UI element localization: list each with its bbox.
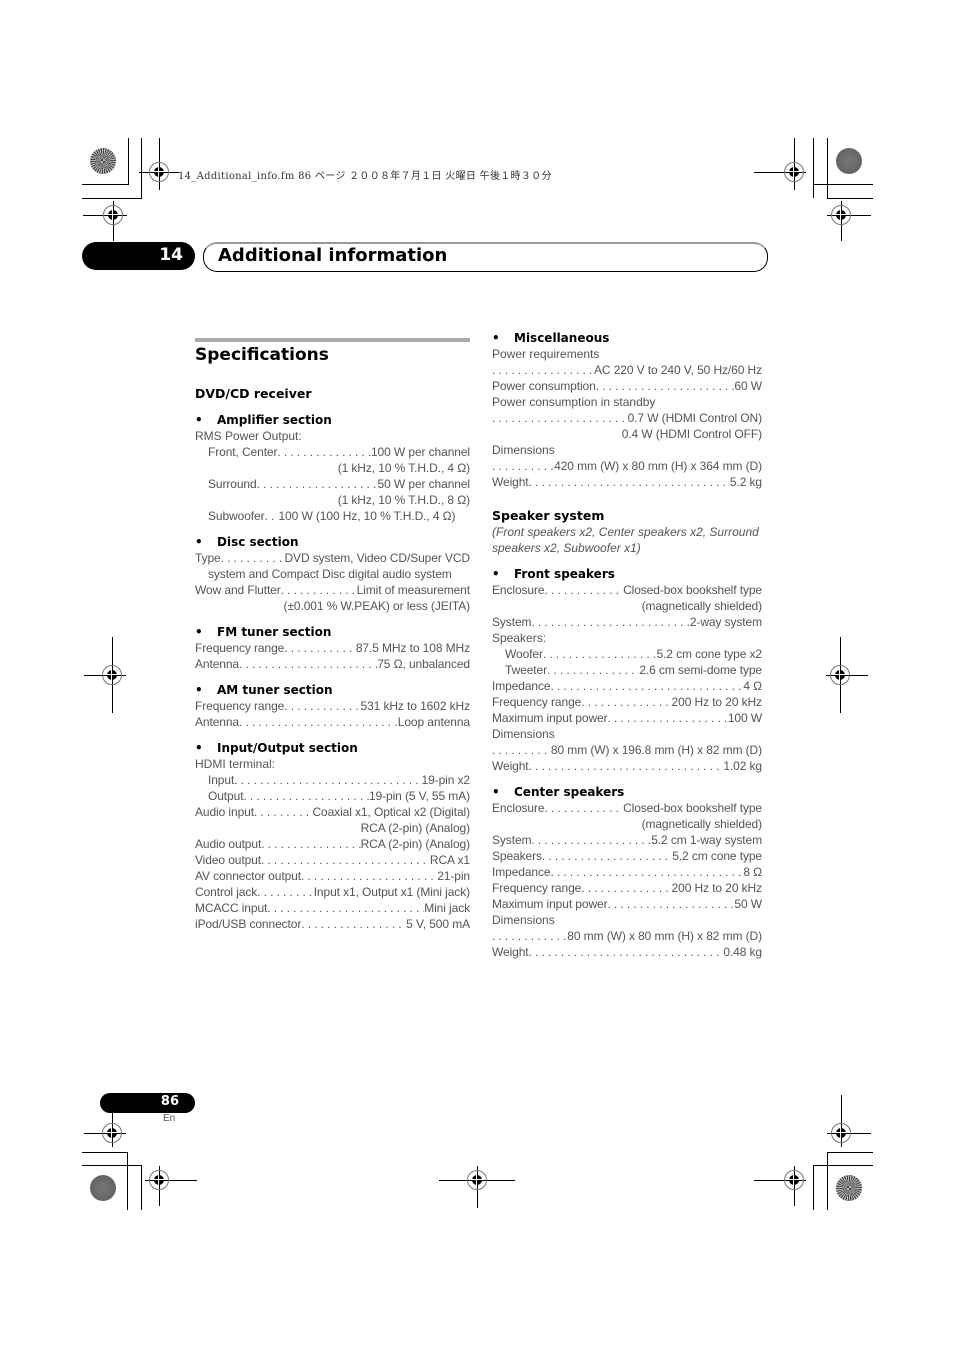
disc-section: •Disc section TypeDVD system, Video CD/S… (195, 534, 470, 614)
spec-row: AV connector output21-pin (195, 868, 470, 884)
spec-row-cont: 420 mm (W) x 80 mm (H) x 364 mm (D) (492, 458, 762, 474)
spec-row-cont: RCA (2-pin) (Analog) (360, 821, 470, 835)
spec-row-cont: 0.7 W (HDMI Control ON) (492, 410, 762, 426)
page-title: Specifications (195, 345, 329, 365)
print-header: 14_Additional_info.fm 86 ページ ２００８年７月１日 火… (178, 171, 552, 182)
spec-row: Audio outputRCA (2-pin) (Analog) (195, 836, 470, 852)
section-heading: Miscellaneous (514, 331, 610, 345)
chapter-title: Additional information (218, 245, 448, 266)
color-target-icon (90, 148, 116, 174)
amplifier-section: • Amplifier section RMS Power Output: Fro… (195, 412, 470, 524)
spec-row: System2-way system (492, 614, 762, 630)
page-number-badge: 86 (100, 1093, 195, 1113)
spec-row: Frequency range200 Hz to 20 kHz (492, 880, 762, 896)
spec-row: Maximum input power100 W (492, 710, 762, 726)
spec-row: Weight5.2 kg (492, 474, 762, 490)
spec-row: MCACC inputMini jack (195, 900, 470, 916)
speaker-system-heading: Speaker system (492, 508, 605, 523)
spec-row: Wow and FlutterLimit of measurement (195, 582, 470, 598)
spec-row-cont: 80 mm (W) x 196.8 mm (H) x 82 mm (D) (492, 742, 762, 758)
spec-row: TypeDVD system, Video CD/Super VCD (195, 550, 470, 566)
section-heading: AM tuner section (217, 683, 333, 697)
title-rule (195, 338, 470, 342)
section-heading: FM tuner section (217, 625, 332, 639)
chapter-number: 14 (159, 245, 183, 265)
spec-row: Frequency range87.5 MHz to 108 MHz (195, 640, 470, 656)
section-heading: Center speakers (514, 785, 625, 799)
section-heading: Disc section (217, 535, 299, 549)
gray-target-icon (836, 148, 862, 174)
color-target-icon (836, 1175, 862, 1201)
spec-label: Dimensions (492, 913, 555, 927)
misc-section: •Miscellaneous Power requirements AC 220… (492, 330, 762, 490)
spec-row: Output19-pin (5 V, 55 mA) (195, 788, 470, 804)
spec-row: Tweeter2.6 cm semi-dome type (492, 662, 762, 678)
spec-row: Frequency range531 kHz to 1602 kHz (195, 698, 470, 714)
io-section: • Input/Output section HDMI terminal: Inp… (195, 740, 470, 932)
spec-row: iPod/USB connector5 V, 500 mA (195, 916, 470, 932)
spec-row-cont: (magnetically shielded) (641, 817, 762, 831)
spec-row: Video outputRCA x1 (195, 852, 470, 868)
chapter-number-badge: 14 (82, 242, 195, 270)
page-language: En (163, 1113, 176, 1124)
spec-row: Frequency range200 Hz to 20 kHz (492, 694, 762, 710)
spec-row-cont: (magnetically shielded) (641, 599, 762, 613)
spec-row: Subwoofer100 W (100 Hz, 10 % T.H.D., 4 Ω… (195, 508, 470, 524)
spec-row-cont: (1 kHz, 10 % T.H.D., 4 Ω) (337, 461, 470, 475)
spec-label: HDMI terminal: (195, 757, 276, 771)
spec-row: Maximum input power50 W (492, 896, 762, 912)
chapter-title-bar: Additional information (203, 242, 768, 272)
front-speakers-section: •Front speakers EnclosureClosed-box book… (492, 566, 762, 774)
spec-row: Impedance8 Ω (492, 864, 762, 880)
spec-row-cont: AC 220 V to 240 V, 50 Hz/60 Hz (492, 362, 762, 378)
spec-row: System5.2 cm 1-way system (492, 832, 762, 848)
spec-label: Speakers: (492, 631, 547, 645)
spec-row: Power consumption60 W (492, 378, 762, 394)
spec-row-cont: system and Compact Disc digital audio sy… (208, 567, 452, 581)
spec-row: Input19-pin x2 (195, 772, 470, 788)
page-number: 86 (160, 1094, 179, 1109)
spec-row-cont: 0.4 W (HDMI Control OFF) (621, 427, 762, 441)
section-heading: Amplifier section (217, 413, 332, 427)
am-tuner-section: •AM tuner section Frequency range531 kHz… (195, 682, 470, 730)
spec-label: RMS Power Output: (195, 429, 302, 443)
spec-row-cont: 80 mm (W) x 80 mm (H) x 82 mm (D) (492, 928, 762, 944)
spec-row: EnclosureClosed-box bookshelf type (492, 582, 762, 598)
spec-row: Control jackInput x1, Output x1 (Mini ja… (195, 884, 470, 900)
spec-row: Speakers5.2 cm cone type (492, 848, 762, 864)
spec-row: Antenna75 Ω, unbalanced (195, 656, 470, 672)
spec-label: Dimensions (492, 443, 555, 457)
spec-row: Surround50 W per channel (195, 476, 470, 492)
gray-target-icon (90, 1175, 116, 1201)
spec-row: EnclosureClosed-box bookshelf type (492, 800, 762, 816)
spec-row: Front, Center100 W per channel (195, 444, 470, 460)
spec-row: Audio inputCoaxial x1, Optical x2 (Digit… (195, 804, 470, 820)
spec-row-cont: (±0.001 % W.PEAK) or less (JEITA) (283, 599, 470, 613)
spec-row: Impedance4 Ω (492, 678, 762, 694)
spec-row: Woofer5.2 cm cone type x2 (492, 646, 762, 662)
section-heading: Front speakers (514, 567, 615, 581)
spec-row-cont: (1 kHz, 10 % T.H.D., 8 Ω) (337, 493, 470, 507)
fm-tuner-section: •FM tuner section Frequency range87.5 MH… (195, 624, 470, 672)
speaker-system-subtitle: (Front speakers x2, Center speakers x2, … (492, 525, 759, 555)
spec-label: Power requirements (492, 347, 600, 361)
receiver-heading: DVD/CD receiver (195, 386, 312, 401)
spec-row: AntennaLoop antenna (195, 714, 470, 730)
spec-label: Power consumption in standby (492, 395, 656, 409)
center-speakers-section: •Center speakers EnclosureClosed-box boo… (492, 784, 762, 960)
spec-row: Weight1.02 kg (492, 758, 762, 774)
left-column: Specifications DVD/CD receiver • Amplifie… (195, 338, 470, 942)
spec-label: Dimensions (492, 727, 555, 741)
spec-row: Weight0.48 kg (492, 944, 762, 960)
right-column: •Miscellaneous Power requirements AC 220… (492, 330, 762, 970)
section-heading: Input/Output section (217, 741, 358, 755)
